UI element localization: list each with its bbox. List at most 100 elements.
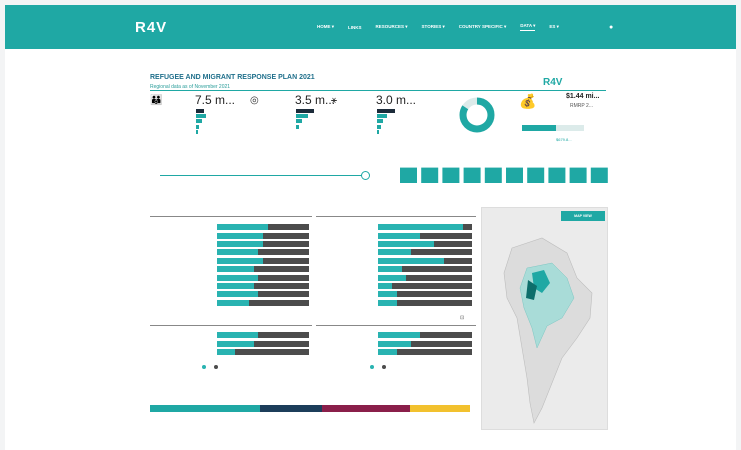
nav-item-resources[interactable]: RESOURCES ▾	[376, 24, 408, 30]
people-icon: 👪	[150, 95, 163, 106]
bar-track	[217, 224, 309, 231]
sector-bar-chart-left	[150, 224, 309, 308]
age-seg-1	[150, 405, 260, 412]
south-america-map[interactable]	[482, 208, 609, 431]
bar-track	[217, 349, 309, 356]
bar-row	[316, 232, 472, 239]
map-view-button[interactable]: MAP VIEW	[561, 211, 605, 221]
kpi-value: 3.5 m...	[295, 93, 336, 107]
date-slider-handle[interactable]	[361, 171, 370, 180]
kpi-refugees-migrants: 👪 7.5 m...	[150, 93, 242, 145]
bar-fill	[378, 274, 407, 281]
bar-fill	[217, 274, 259, 281]
bar-fill	[217, 224, 268, 231]
nav-item-stories[interactable]: STORIES ▾	[422, 24, 445, 30]
nav-item-country-specific[interactable]: COUNTRY SPECIFIC ▾	[459, 24, 507, 30]
bar-row	[150, 257, 309, 265]
panel-divider	[316, 325, 476, 326]
report-logo: R4V	[543, 77, 563, 88]
kpi-breakdown	[339, 109, 425, 134]
bar-track	[378, 224, 472, 231]
target-reached-donut	[459, 97, 495, 133]
bar-row	[150, 340, 309, 347]
bar-track	[378, 257, 472, 264]
legend-item-1	[370, 365, 376, 370]
reach-icon: ⚹	[331, 95, 337, 106]
search-icon[interactable]: ●	[609, 24, 613, 31]
bar-row	[316, 241, 472, 248]
bar-track	[217, 266, 309, 273]
bar-track	[378, 340, 472, 347]
bar-fill	[378, 332, 421, 339]
header-divider	[150, 90, 606, 91]
kpi-people-in-need: ◎ 3.5 m...	[250, 93, 336, 145]
bar-track	[217, 340, 309, 347]
bar-row	[150, 266, 309, 273]
bar-track	[378, 291, 472, 298]
bar-fill	[378, 249, 411, 256]
funding-required-value: $1.44 mi...	[566, 93, 600, 100]
r4v-logo[interactable]: R4V	[135, 19, 167, 36]
kpi-breakdown	[158, 109, 244, 134]
bar-track	[378, 282, 472, 289]
date-slider-track[interactable]	[160, 175, 368, 176]
bar-track	[378, 266, 472, 273]
legend-item-2	[381, 365, 388, 370]
funding-progress-fill	[522, 125, 556, 131]
monthly-bar	[421, 167, 439, 183]
top-navbar: R4V HOME ▾ LINKS RESOURCES ▾ STORIES ▾ C…	[5, 5, 736, 49]
bar-row	[150, 232, 309, 239]
money-bag-icon: 💰	[519, 93, 537, 109]
bar-row	[316, 340, 472, 347]
nav-item-data[interactable]: DATA ▾	[520, 23, 536, 31]
bar-row	[316, 299, 472, 307]
bar-fill	[217, 291, 259, 298]
monthly-bar	[527, 167, 545, 183]
bar-track	[217, 274, 309, 281]
bar-fill	[217, 332, 259, 339]
nav-item-home[interactable]: HOME ▾	[317, 24, 334, 30]
modality-legend-right	[370, 365, 388, 370]
bar-fill	[217, 266, 254, 273]
bar-track	[217, 332, 309, 339]
map-panel[interactable]: MAP VIEW	[481, 207, 608, 430]
panel-divider	[150, 325, 312, 326]
bar-row	[316, 274, 472, 281]
target-icon: ◎	[250, 95, 259, 106]
monthly-reached-chart	[400, 167, 608, 183]
bar-fill	[378, 232, 421, 239]
sector-bar-chart-right	[316, 224, 472, 308]
panel-divider	[316, 216, 476, 217]
legend-item-1	[202, 365, 208, 370]
bar-row	[316, 349, 472, 356]
funding-received-value: $679.8...	[556, 137, 572, 142]
monthly-bar	[442, 167, 460, 183]
bar-row	[150, 274, 309, 281]
age-gender-bar	[150, 405, 470, 412]
bar-row	[150, 241, 309, 248]
bar-track	[217, 249, 309, 256]
monthly-bar	[548, 167, 566, 183]
legend-item-2	[213, 365, 220, 370]
panel-divider	[150, 216, 312, 217]
kpi-people-reached: ⚹ 3.0 m...	[331, 93, 421, 145]
bar-track	[378, 274, 472, 281]
bar-fill	[378, 340, 411, 347]
bar-row	[316, 257, 472, 265]
bar-fill	[217, 299, 250, 306]
nav-item-language[interactable]: ES ▾	[549, 24, 559, 30]
bar-row	[150, 291, 309, 298]
expand-icon[interactable]: ⊡	[460, 315, 464, 321]
bar-track	[378, 349, 472, 356]
nav-item-links[interactable]: LINKS	[348, 25, 362, 30]
bar-track	[378, 249, 472, 256]
kpi-value: 7.5 m...	[195, 93, 236, 107]
modality-bar-chart-right	[316, 332, 472, 357]
bar-track	[217, 232, 309, 239]
monthly-bar	[400, 167, 417, 183]
bar-track	[217, 299, 309, 306]
bar-row	[316, 291, 472, 298]
kpi-value: 3.0 m...	[376, 93, 417, 107]
bar-row	[316, 266, 472, 273]
report-title: REFUGEE AND MIGRANT RESPONSE PLAN 2021	[150, 74, 315, 81]
